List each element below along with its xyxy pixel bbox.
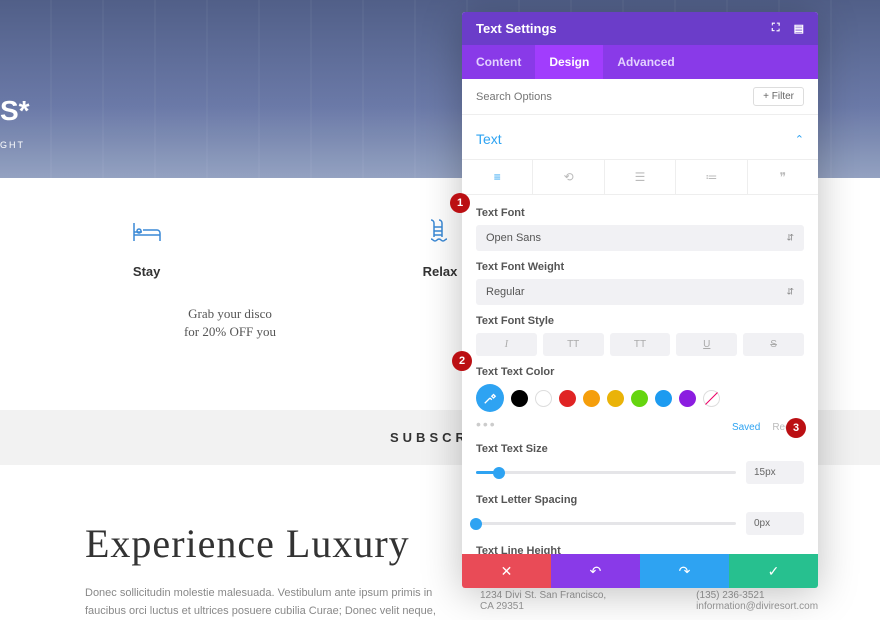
expand-icon[interactable]: ⛶ — [772, 22, 780, 35]
promo-text: Grab your disco for 20% OFF you — [0, 305, 460, 340]
letter-spacing-label: Text Letter Spacing — [476, 494, 804, 506]
redo-button[interactable]: ↷ — [640, 554, 729, 588]
bed-icon — [133, 218, 161, 246]
color-swatch-orange[interactable] — [583, 390, 600, 407]
footer-phone: (135) 236-3521 — [696, 590, 818, 601]
weight-label: Text Font Weight — [476, 261, 804, 273]
strikethrough-button[interactable]: S — [743, 333, 804, 356]
tab-content[interactable]: Content — [462, 45, 535, 79]
search-options-input[interactable] — [476, 91, 676, 103]
italic-button[interactable]: I — [476, 333, 537, 356]
caret-icon: ⇵ — [786, 233, 794, 244]
color-swatch-blue[interactable] — [655, 390, 672, 407]
callout-badge-2: 2 — [452, 351, 472, 371]
color-swatch-green[interactable] — [631, 390, 648, 407]
article-title: Experience Luxury — [85, 520, 445, 567]
font-select[interactable]: Open Sans⇵ — [476, 225, 804, 251]
text-settings-panel: Text Settings ⛶ ▤ Content Design Advance… — [462, 12, 818, 588]
weight-select[interactable]: Regular⇵ — [476, 279, 804, 305]
undo-button[interactable]: ↶ — [551, 554, 640, 588]
panel-search-row: + Filter — [462, 79, 818, 115]
align-left-button[interactable]: ≡ — [462, 160, 533, 194]
panel-tabs: Content Design Advanced — [462, 45, 818, 79]
list-ul-button[interactable]: ☰ — [605, 160, 676, 194]
tab-advanced[interactable]: Advanced — [603, 45, 688, 79]
pool-icon — [428, 218, 452, 246]
text-align-row: ≡ ⟲ ☰ ≔ ❞ — [462, 159, 818, 195]
color-swatch-row — [476, 384, 804, 412]
footer-email: information@diviresort.com — [696, 601, 818, 612]
color-swatch-none[interactable] — [703, 390, 720, 407]
text-size-input[interactable] — [746, 461, 804, 484]
filter-button[interactable]: + Filter — [753, 87, 804, 106]
line-height-label: Text Line Height — [476, 545, 804, 554]
text-section-header[interactable]: Text ⌃ — [476, 125, 804, 153]
color-label: Text Text Color — [476, 366, 804, 378]
hero-subtext-fragment: GHT — [0, 140, 25, 150]
panel-actions: ✕ ↶ ↷ ✓ — [462, 554, 818, 588]
color-swatch-yellow[interactable] — [607, 390, 624, 407]
tab-design[interactable]: Design — [535, 45, 603, 79]
color-swatch-purple[interactable] — [679, 390, 696, 407]
panel-title: Text Settings — [476, 21, 557, 36]
callout-badge-3: 3 — [786, 418, 806, 438]
feature-label: Relax — [423, 264, 458, 279]
panel-titlebar[interactable]: Text Settings ⛶ ▤ — [462, 12, 818, 45]
feature-stay[interactable]: Stay — [72, 218, 222, 279]
letter-spacing-slider[interactable] — [476, 522, 736, 525]
underline-button[interactable]: U — [676, 333, 737, 356]
font-label: Text Font — [476, 207, 804, 219]
chevron-up-icon: ⌃ — [795, 133, 804, 146]
footer-address-line1: 1234 Divi St. San Francisco, — [480, 590, 606, 601]
caret-icon: ⇵ — [786, 287, 794, 298]
close-button[interactable]: ✕ — [462, 554, 551, 588]
color-swatch-red[interactable] — [559, 390, 576, 407]
style-label: Text Font Style — [476, 315, 804, 327]
saved-colors-tab[interactable]: Saved — [732, 422, 760, 433]
callout-badge-1: 1 — [450, 193, 470, 213]
link-button[interactable]: ⟲ — [533, 160, 604, 194]
eyedropper-button[interactable] — [476, 384, 504, 412]
columns-icon[interactable]: ▤ — [794, 22, 804, 35]
footer-contact: 1234 Divi St. San Francisco, CA 29351 (1… — [480, 590, 818, 612]
hero-headline-fragment: S* — [0, 95, 30, 127]
font-style-row: I TT TT U S — [476, 333, 804, 356]
more-colors-button[interactable]: ••• — [476, 416, 497, 432]
article-section: Experience Luxury Donec sollicitudin mol… — [85, 520, 445, 620]
list-ol-button[interactable]: ≔ — [676, 160, 747, 194]
panel-body: Text ⌃ ≡ ⟲ ☰ ≔ ❞ Text Font Open Sans⇵ Te… — [462, 115, 818, 554]
smallcaps-button[interactable]: TT — [610, 333, 671, 356]
footer-address-line2: CA 29351 — [480, 601, 606, 612]
uppercase-button[interactable]: TT — [543, 333, 604, 356]
letter-spacing-input[interactable] — [746, 512, 804, 535]
feature-label: Stay — [133, 264, 160, 279]
color-swatch-black[interactable] — [511, 390, 528, 407]
confirm-button[interactable]: ✓ — [729, 554, 818, 588]
size-label: Text Text Size — [476, 443, 804, 455]
quote-button[interactable]: ❞ — [748, 160, 818, 194]
text-size-slider[interactable] — [476, 471, 736, 474]
color-swatch-white[interactable] — [535, 390, 552, 407]
